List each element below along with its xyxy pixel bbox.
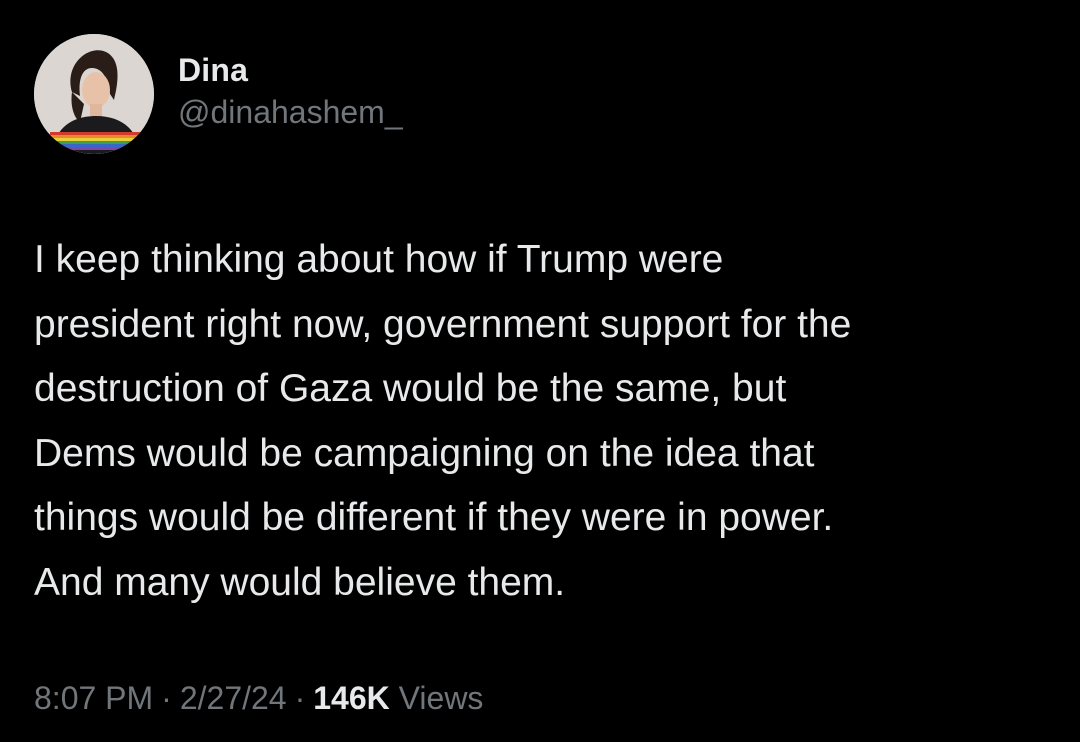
display-name[interactable]: Dina [178,50,403,90]
tweet-text-line: I keep thinking about how if Trump were [34,238,724,281]
tweet-text-line: things would be different if they were i… [34,496,834,539]
author-info[interactable]: Dina @dinahashem_ [178,50,403,132]
tweet-text-line: president right now, government support … [34,302,852,346]
meta-separator: · [294,680,306,716]
tweet-text-line: Dems would be campaigning on the idea th… [34,431,815,475]
views-count[interactable]: 146K [313,680,390,716]
tweet-text-line: And many would believe them. [34,560,566,604]
tweet-card: Dina @dinahashem_ I keep thinking about … [0,0,1080,742]
avatar[interactable] [34,34,154,154]
user-handle[interactable]: @dinahashem_ [178,92,403,132]
tweet-date[interactable]: 2/27/24 [180,680,287,716]
tweet-time[interactable]: 8:07 PM [34,680,153,716]
tweet-meta: 8:07 PM · 2/27/24 · 146K Views [34,676,483,720]
views-label[interactable]: Views [399,680,484,716]
tweet-text-line: destruction of Gaza would be the same, b… [34,367,787,410]
tweet-text: I keep thinking about how if Trump were … [34,228,1044,615]
meta-separator: · [161,680,172,716]
profile-photo-avatar-icon [34,34,154,154]
